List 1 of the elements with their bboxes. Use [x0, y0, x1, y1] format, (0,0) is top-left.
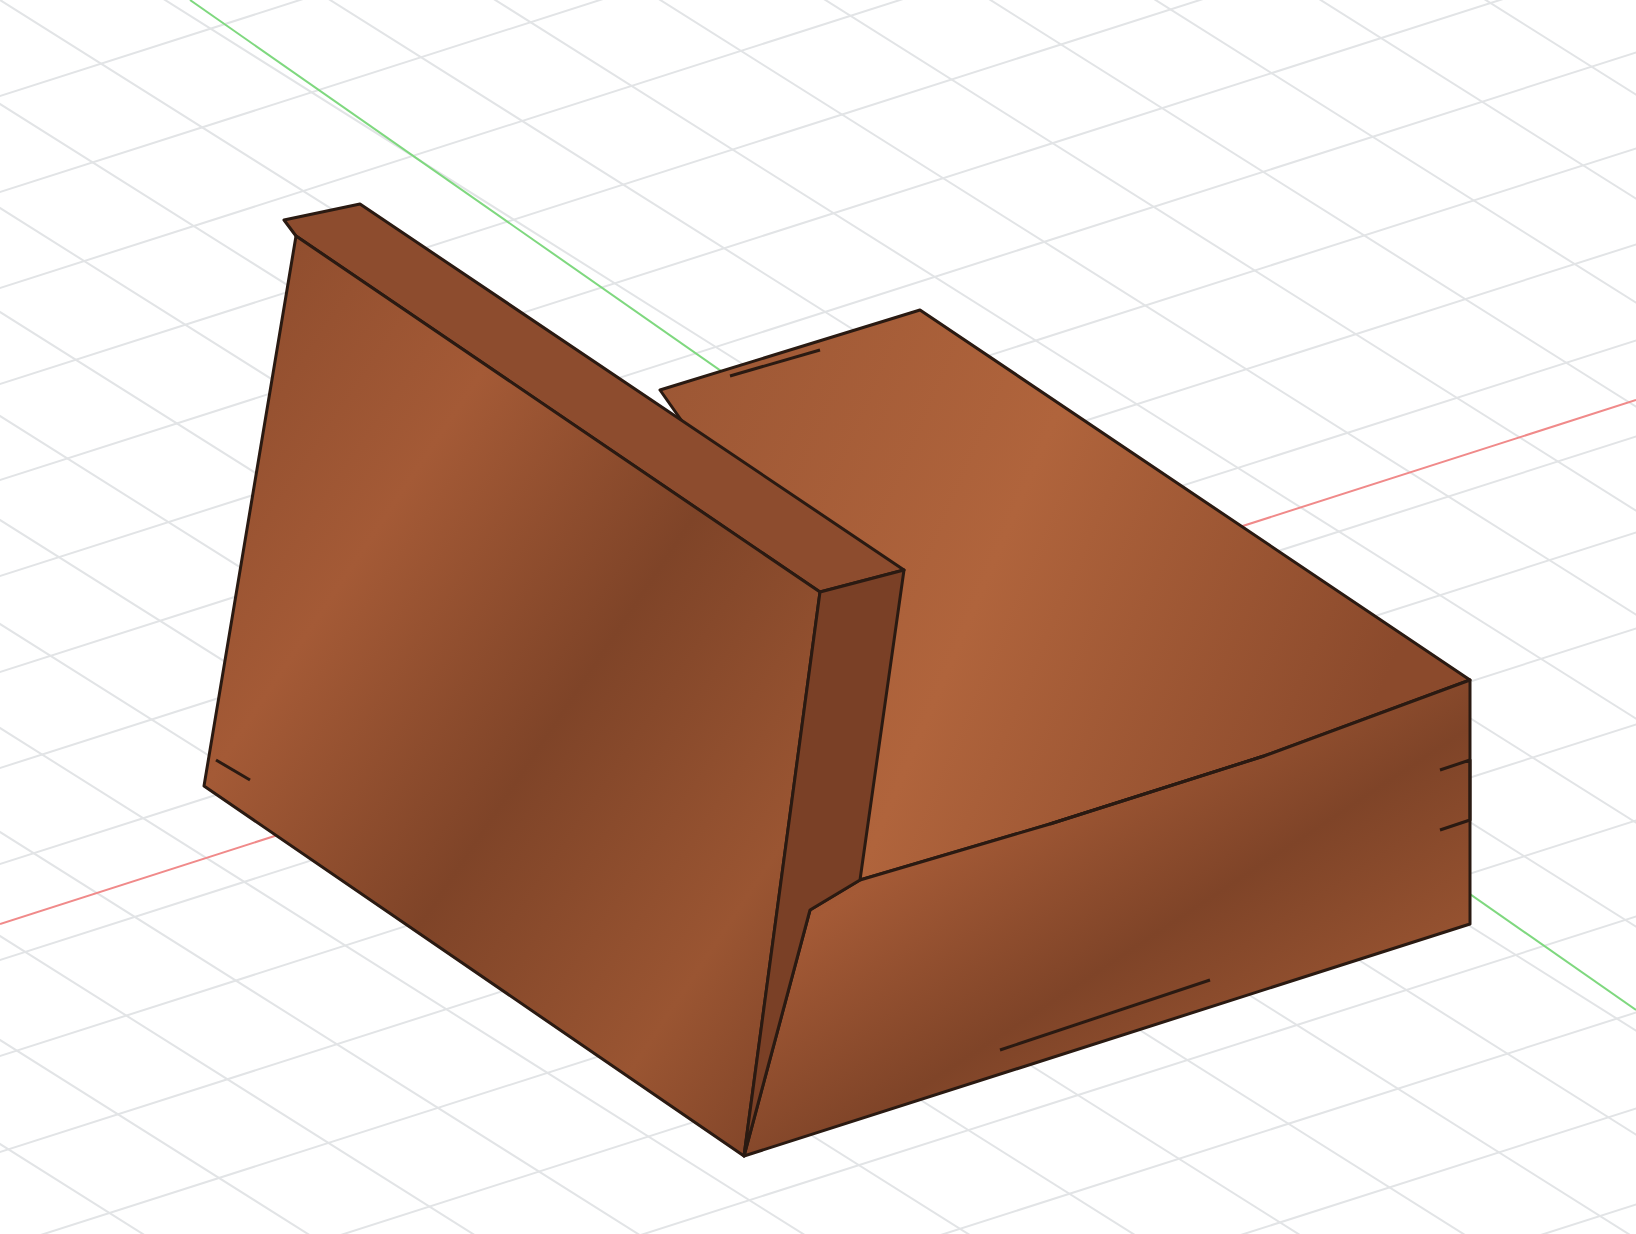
wooden-box-drawing[interactable]: [202, 202, 1472, 1158]
